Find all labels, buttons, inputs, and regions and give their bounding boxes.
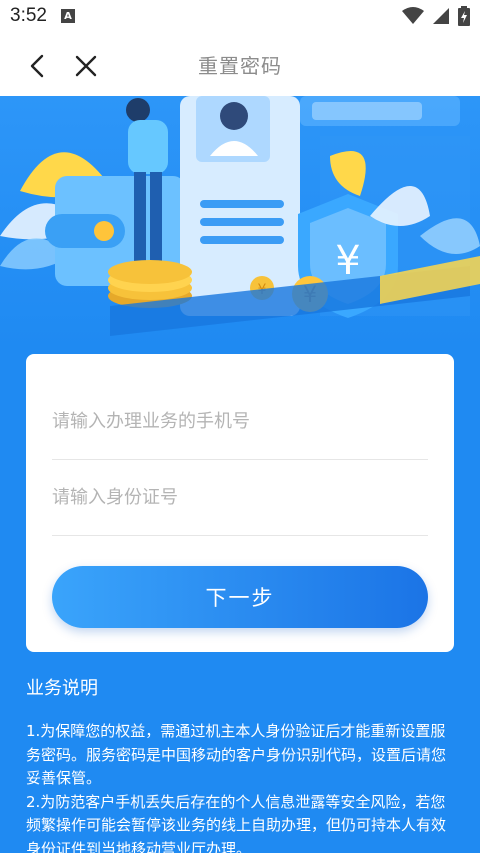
battery-icon [458,6,470,26]
wifi-icon [402,7,424,24]
description-item: 1.为保障您的权益，需通过机主本人身份验证后才能重新设置服务密码。服务密码是中国… [26,722,447,787]
hero-illustration: ¥ ¥ ¥ [0,96,480,346]
hero-art: ¥ ¥ ¥ [0,96,480,336]
status-icons [402,6,470,26]
phone-input[interactable] [52,384,428,459]
id-number-input[interactable] [52,460,428,535]
phone-field-row [52,384,428,460]
status-bar: 3:52 A [0,0,480,32]
description-title: 业务说明 [26,678,98,699]
notification-icon: A [60,9,75,23]
reset-password-form: 下一步 [26,354,454,652]
description-item: 2.为防范客户手机丢失后存在的个人信息泄露等安全风险，若您频繁操作可能会暂停该业… [26,792,447,853]
svg-text:¥: ¥ [335,238,360,284]
page-title: 重置密码 [198,54,282,78]
description-body: 1.为保障您的权益，需通过机主本人身份验证后才能重新设置服务密码。服务密码是中国… [26,720,458,853]
nav-bar: 重置密码 [0,32,480,96]
signal-icon [433,8,449,24]
next-step-button[interactable]: 下一步 [52,566,428,628]
status-time: 3:52 [10,5,47,26]
id-field-row [52,460,428,536]
